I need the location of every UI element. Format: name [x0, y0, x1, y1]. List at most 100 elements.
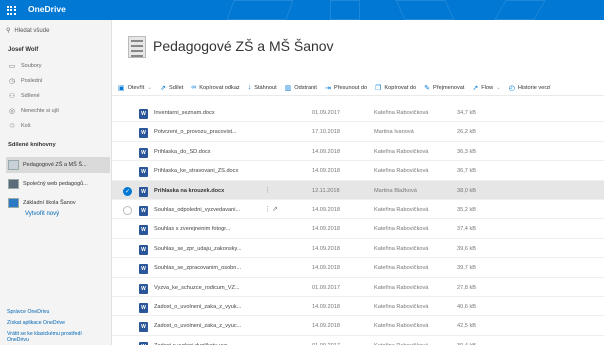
move-to-button[interactable]: ⇥ Přesunout do: [325, 84, 367, 92]
more-options-icon[interactable]: ⋮: [264, 186, 271, 194]
file-name[interactable]: Potvrzeni_o_provozu_pracovist...: [154, 129, 264, 135]
file-name[interactable]: Prihlaska_do_SD.docx: [154, 149, 264, 155]
header-decoration: [330, 0, 360, 20]
word-file-icon: W: [139, 303, 148, 313]
nav-item-files[interactable]: ▭ Soubory: [8, 62, 42, 70]
file-row[interactable]: W Inventarni_seznam.docx 01.09.2017 Kateřin…: [112, 103, 604, 123]
library-item-spolecny-web[interactable]: Společný web pedagogů...: [6, 176, 110, 192]
modified-date: 14.09.2018: [312, 245, 340, 252]
file-size: 36,3 kB: [457, 148, 476, 155]
file-name[interactable]: Zadost_o_uvolneni_zaka_z_vyuk...: [154, 304, 264, 310]
file-name[interactable]: Souhlas_se_zpr_udaju_zakonsky...: [154, 246, 264, 252]
more-options-icon[interactable]: ⋮: [264, 205, 271, 213]
trash-icon: ♲: [8, 123, 16, 130]
nav-item-recycle-bin[interactable]: ♲ Koš: [8, 122, 31, 130]
nav-item-label: Soubory: [21, 63, 42, 69]
word-file-icon: W: [139, 128, 148, 139]
library-item-zakladni-skola[interactable]: Základní škola Šanov: [6, 195, 110, 211]
get-apps-link[interactable]: Získat aplikace OneDrive: [7, 320, 65, 326]
nav-item-label: Sdílené: [21, 93, 40, 99]
file-row[interactable]: W Vyzva_ke_schuzce_rodicum_VZ... 01.09.201…: [112, 278, 604, 297]
open-button[interactable]: ▣ Otevřít ⌄: [118, 84, 152, 92]
library-thumbnail-icon: [8, 198, 19, 208]
nav-item-discover[interactable]: ◎ Nenechte si ujít: [8, 107, 59, 115]
file-row[interactable]: WZadost o vydani duplikatu vys...01.09.2…: [112, 336, 604, 345]
file-name[interactable]: Souhlas_se_zpracovanim_osobn...: [154, 265, 264, 271]
header-decoration: [494, 0, 546, 20]
file-row[interactable]: W Prihlaska_ke_stravovani_ZS.docx 14.09.20…: [112, 161, 604, 181]
file-size: 27,8 kB: [457, 284, 476, 291]
file-row[interactable]: ✓ W Prihlaska na krouzek.docx ⋮ 12.11.2018 Ma…: [112, 180, 604, 200]
copy-link-button[interactable]: ∞ Kopírovat odkaz: [191, 84, 239, 91]
library-thumbnail-icon: [8, 179, 19, 189]
flow-button[interactable]: ↗ Flow ⌄: [472, 84, 500, 92]
file-row[interactable]: W Souhlas_se_zpracovanim_osobn... 14.09.20…: [112, 258, 604, 278]
command-bar: ▣ Otevřít ⌄ ⇗ Sdílet ∞ Kopírovat odkaz ↓ Stáh…: [112, 80, 604, 96]
app-name[interactable]: OneDrive: [28, 4, 66, 14]
search-box[interactable]: ⚲ Hledat všude: [6, 27, 49, 35]
copy-to-button[interactable]: ❐ Kopírovat do: [375, 84, 416, 92]
download-button[interactable]: ↓ Stáhnout: [248, 84, 277, 91]
user-name: Josef Wolf: [8, 47, 39, 53]
nav-item-label: Koš: [21, 123, 31, 129]
file-name[interactable]: Souhlas_odpoledni_vyzvedavani...: [154, 207, 264, 213]
file-row[interactable]: W Souhlas s zverejnenim fotogr... 14.09.20…: [112, 219, 604, 239]
modified-by: Kateřina Rabovičková: [374, 148, 429, 155]
file-name[interactable]: Vyzva_ke_schuzce_rodicum_VZ...: [154, 285, 264, 291]
header-decoration: [226, 0, 294, 20]
modified-date: 14.09.2018: [312, 168, 340, 175]
file-name[interactable]: Prihlaska na krouzek.docx: [154, 188, 264, 194]
create-new-link[interactable]: Vytvořit nový: [25, 211, 59, 217]
modified-date: 01.09.2017: [312, 110, 340, 116]
modified-by: Kateřina Rabovičková: [374, 323, 429, 330]
onedrive-admin-link[interactable]: Správce OneDrivu: [7, 309, 49, 315]
row-checkbox[interactable]: [123, 206, 132, 215]
rename-icon: ✎: [424, 84, 431, 92]
file-row[interactable]: W Prihlaska_do_SD.docx 14.09.2018 Kateřina …: [112, 142, 604, 162]
word-file-icon: W: [139, 225, 148, 236]
file-row[interactable]: W Zadost_o_uvolneni_zaka_z_vyuc... 14.09.2…: [112, 316, 604, 336]
clock-icon: ◷: [8, 78, 16, 85]
delete-button[interactable]: ▥ Odstranit: [285, 84, 317, 92]
modified-date: 17.10.2018: [312, 129, 340, 136]
command-label: Historie verzí: [517, 84, 551, 91]
share-icon[interactable]: ⇗: [272, 205, 278, 213]
file-row[interactable]: W Souhlas_se_zpr_udaju_zakonsky... 14.09.2…: [112, 239, 604, 259]
header-decoration: [395, 0, 455, 20]
library-item-pedagogove[interactable]: Pedagogové ZŠ a MŠ Š...: [6, 157, 110, 173]
nav-item-label: Nenechte si ujít: [21, 108, 59, 114]
library-thumbnail-icon: [8, 160, 19, 170]
row-checkbox[interactable]: ✓: [123, 186, 132, 196]
discover-icon: ◎: [8, 108, 16, 115]
modified-by: Kateřina Rabovičková: [374, 265, 429, 272]
command-label: Kopírovat do: [384, 84, 417, 91]
file-name[interactable]: Souhlas s zverejnenim fotogr...: [154, 226, 264, 232]
modified-date: 12.11.2018: [312, 187, 340, 194]
modified-by: Kateřina Rabovičková: [374, 284, 429, 291]
file-row[interactable]: W Souhlas_odpoledni_vyzvedavani... ⋮ ⇗ 14.09…: [112, 200, 604, 220]
word-file-icon: W: [139, 283, 148, 294]
file-size: 37,4 kB: [457, 226, 476, 233]
command-label: Otevřít: [127, 84, 145, 91]
command-label: Flow: [481, 84, 494, 91]
modified-by: Kateřina Rabovičková: [374, 168, 429, 175]
classic-view-link[interactable]: Vrátit se ke klasickému prostředí OneDri…: [7, 331, 99, 343]
file-row[interactable]: W Zadost_o_uvolneni_zaka_z_vyuk... 14.09.2…: [112, 297, 604, 317]
library-label: Základní škola Šanov: [23, 200, 76, 206]
history-icon: ◴: [508, 84, 515, 92]
library-label: Pedagogové ZŠ a MŠ Š...: [23, 162, 87, 168]
share-button[interactable]: ⇗ Sdílet: [160, 84, 183, 92]
version-history-button[interactable]: ◴ Historie verzí: [509, 84, 551, 92]
rename-button[interactable]: ✎ Přejmenovat: [424, 84, 464, 92]
app-launcher-icon[interactable]: [0, 0, 22, 20]
modified-by: Kateřina Rabovičková: [374, 226, 429, 233]
nav-item-recent[interactable]: ◷ Poslední: [8, 77, 42, 85]
nav-item-shared[interactable]: ⚇ Sdílené: [8, 92, 40, 100]
file-name[interactable]: Prihlaska_ke_stravovani_ZS.docx: [154, 168, 264, 174]
word-file-icon: W: [139, 167, 148, 178]
file-size: 26,2 kB: [457, 129, 476, 136]
file-row[interactable]: W Potvrzeni_o_provozu_pracovist... 17.10.2…: [112, 122, 604, 142]
file-name[interactable]: Inventarni_seznam.docx: [154, 110, 264, 116]
command-label: Odstranit: [294, 84, 317, 91]
file-name[interactable]: Zadost_o_uvolneni_zaka_z_vyuc...: [154, 323, 264, 329]
